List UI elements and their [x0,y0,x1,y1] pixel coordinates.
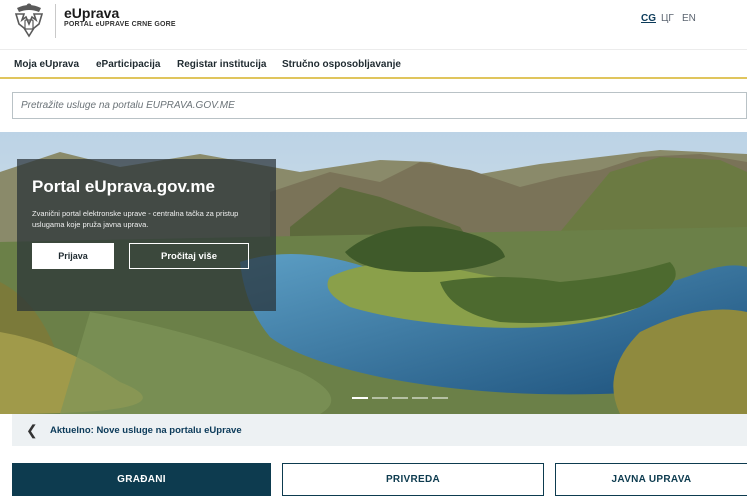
carousel-dot[interactable] [432,397,448,399]
main-nav: Moja eUprava eParticipacija Registar ins… [0,49,747,80]
gradani-button[interactable]: GRAĐANI [12,463,271,496]
site-header: eUprava PORTAL eUPRAVE CRNE GORE CG ЦГ E… [0,0,747,48]
brand-subtitle: PORTAL eUPRAVE CRNE GORE [64,21,176,28]
hero-description: Zvanični portal elektronske uprave - cen… [32,209,239,229]
carousel-dot[interactable] [392,397,408,399]
login-button[interactable]: Prijava [32,243,114,269]
news-ticker: ❮ Aktuelno: Nove usluge na portalu eUpra… [12,414,747,446]
search-box [12,92,747,119]
brand-title[interactable]: eUprava [64,5,119,21]
nav-accent-line [0,77,747,79]
lang-cg-cyrillic[interactable]: ЦГ [661,13,674,24]
brand-divider [55,4,56,38]
javna-uprava-button[interactable]: JAVNA UPRAVA [555,463,747,496]
privreda-button[interactable]: PRIVREDA [282,463,544,496]
carousel-dot[interactable] [372,397,388,399]
montenegro-coat-of-arms-icon[interactable] [12,2,46,40]
carousel-dot[interactable] [352,397,368,399]
nav-item-strucno-osposobljavanje[interactable]: Stručno osposobljavanje [282,59,401,70]
lang-cg[interactable]: CG [641,13,656,24]
nav-item-eparticipacija[interactable]: eParticipacija [96,59,160,70]
chevron-left-icon[interactable]: ❮ [26,423,38,437]
hero-card: Portal eUprava.gov.me Zvanični portal el… [17,159,276,311]
search-input[interactable] [13,93,746,118]
nav-item-moja-euprava[interactable]: Moja eUprava [14,59,79,70]
carousel-dot[interactable] [412,397,428,399]
hero-title: Portal eUprava.gov.me [32,177,215,196]
nav-item-registar-institucija[interactable]: Registar institucija [177,59,266,70]
news-link[interactable]: Aktuelno: Nove usluge na portalu eUprave [50,425,242,436]
lang-en[interactable]: EN [682,13,696,24]
hero-banner: Portal eUprava.gov.me Zvanični portal el… [0,132,747,414]
read-more-button[interactable]: Pročitaj više [129,243,249,269]
